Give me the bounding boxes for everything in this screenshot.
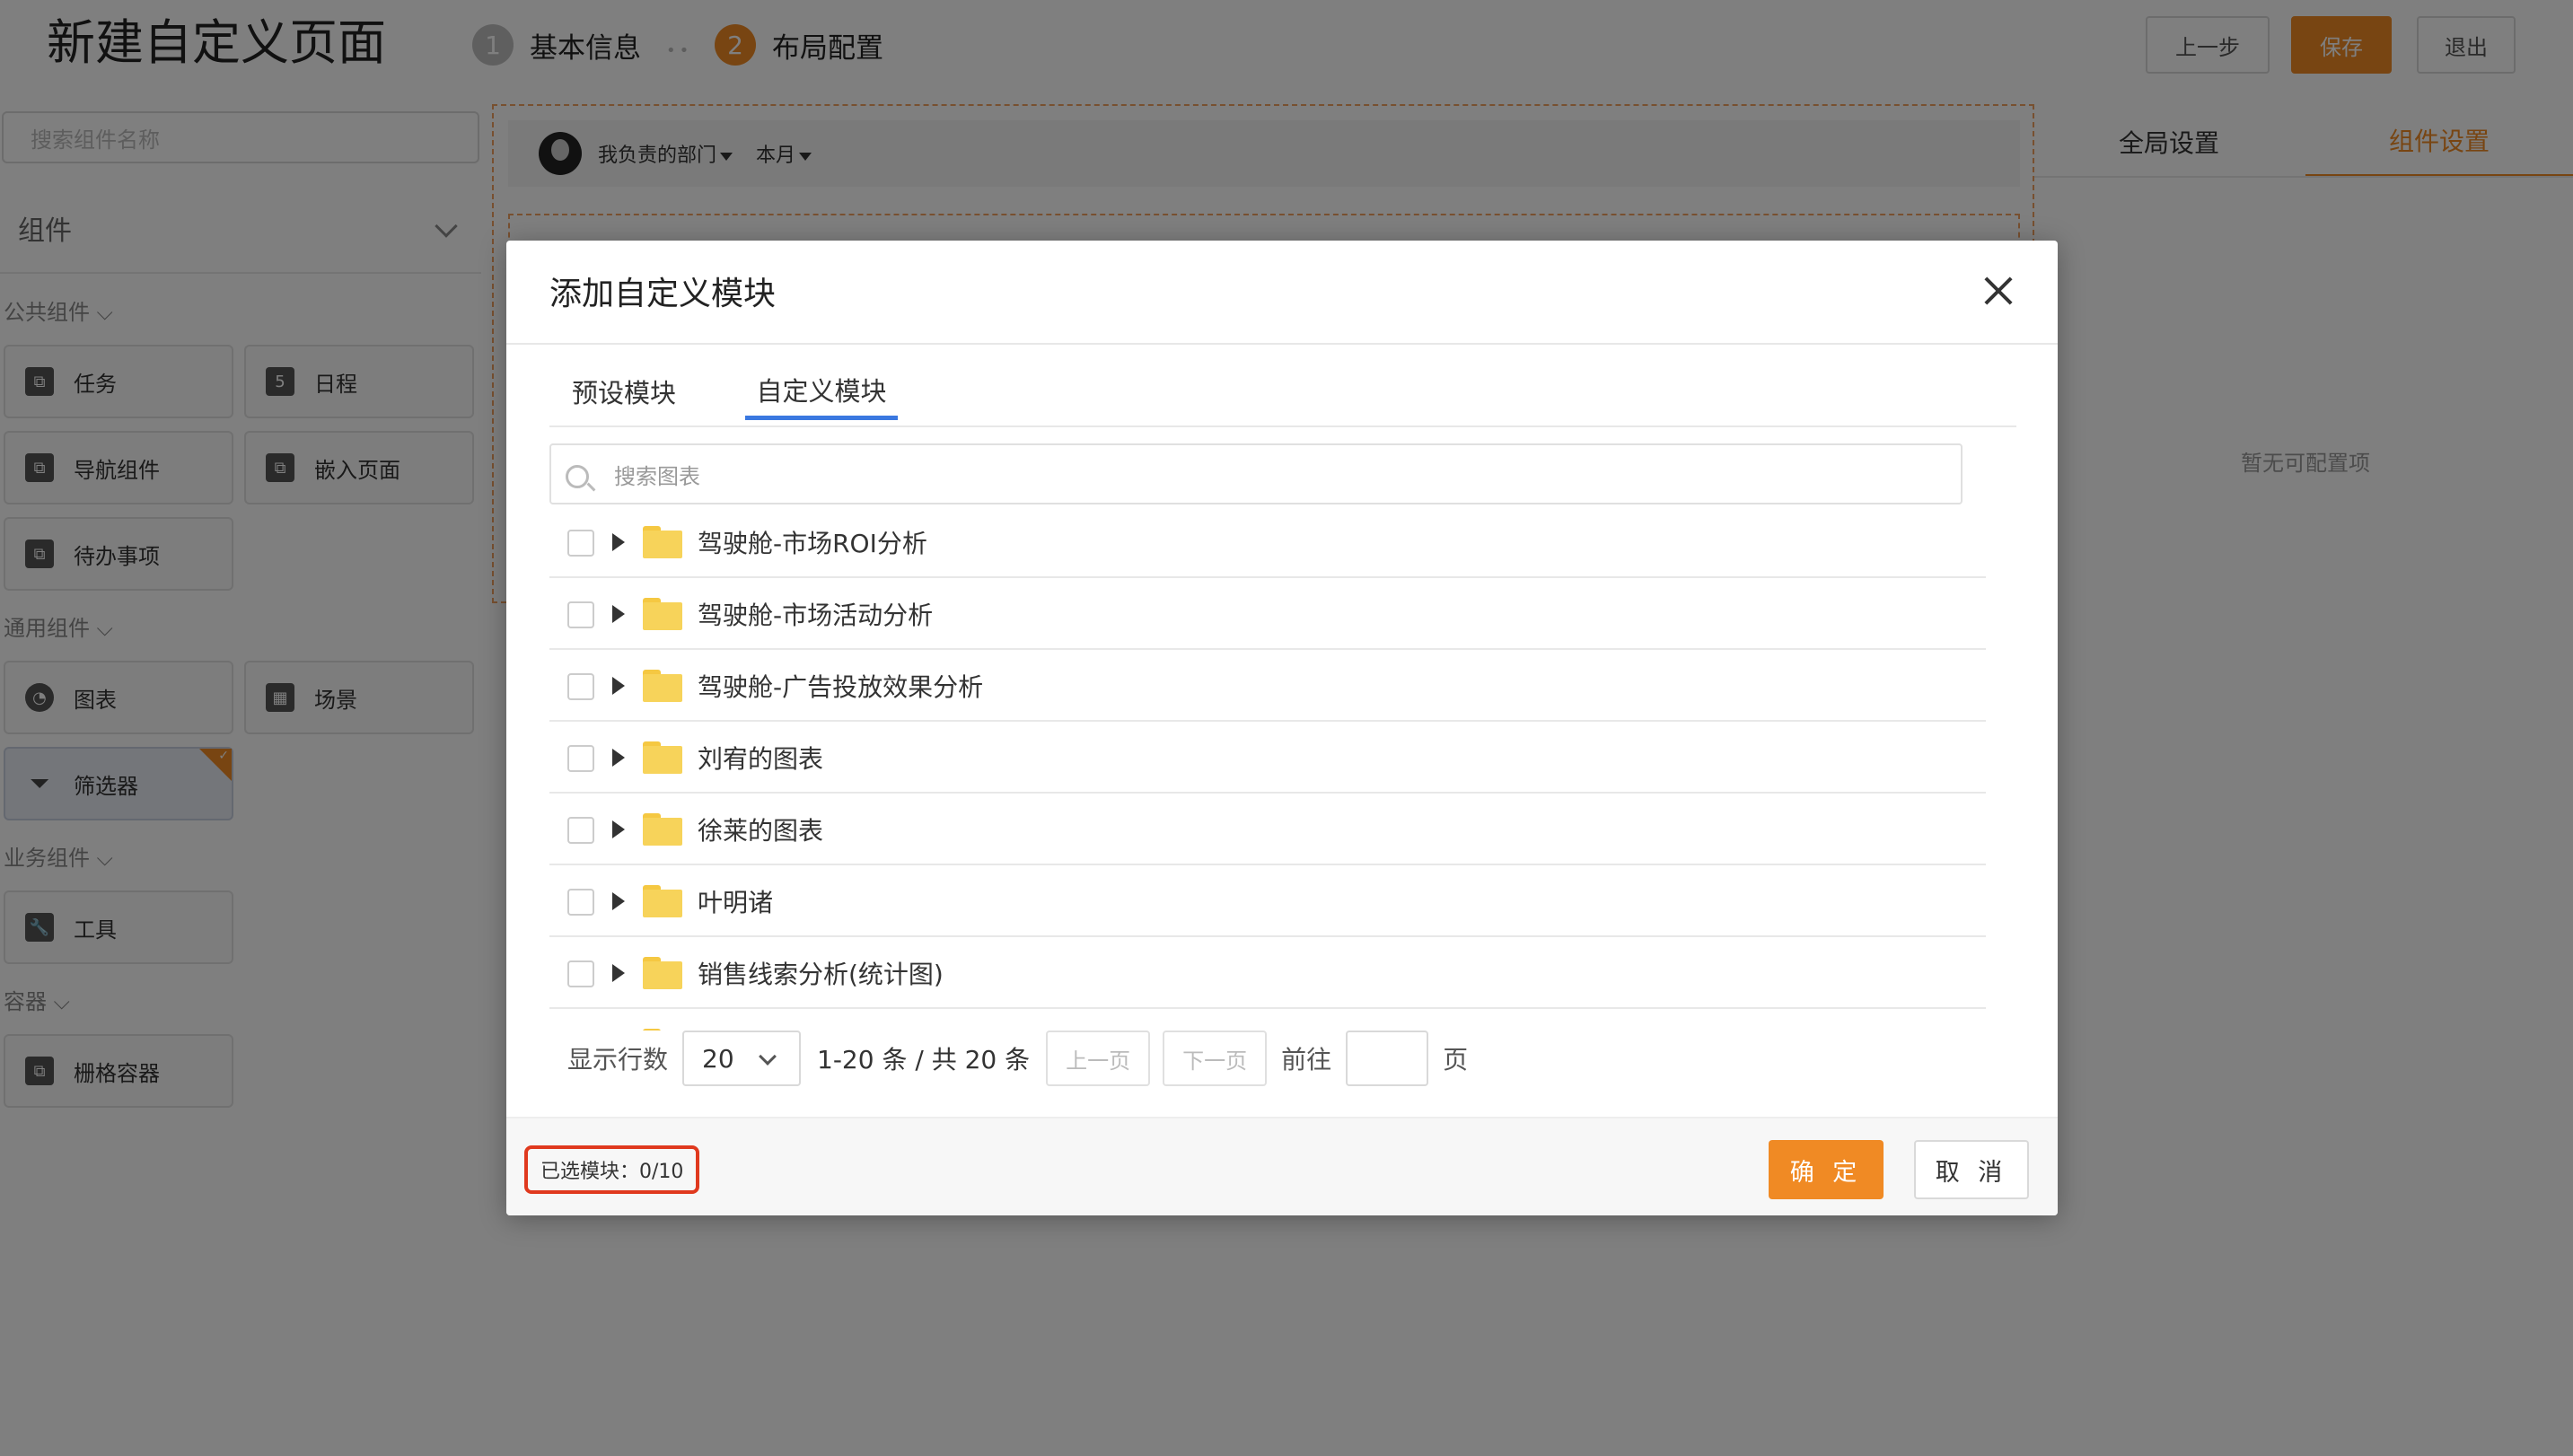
module-tree-list[interactable]: 驾驶舱-市场ROI分析 驾驶舱-市场活动分析 驾驶舱-广告投放效果分析 刘宥的图…	[549, 506, 1986, 1215]
row-checkbox[interactable]	[567, 817, 594, 844]
dialog-footer: 已选模块：0/10 确 定 取 消	[506, 1117, 2058, 1215]
folder-name: 销售线索分析(统计图)	[698, 960, 944, 989]
dialog-title: 添加自定义模块	[549, 276, 777, 312]
list-item[interactable]: 叶明诸	[549, 865, 1986, 937]
page-unit-label: 页	[1443, 1045, 1469, 1074]
confirm-button[interactable]: 确 定	[1769, 1140, 1884, 1199]
pagination: 显示行数 20 1-20 条 / 共 20 条 上一页 下一页 前往 页	[549, 1031, 2016, 1086]
row-checkbox[interactable]	[567, 745, 594, 772]
list-item[interactable]: 驾驶舱-市场活动分析	[549, 578, 1986, 650]
folder-icon	[643, 741, 682, 774]
expand-arrow-icon[interactable]	[612, 964, 625, 982]
chevron-down-icon	[759, 1048, 777, 1066]
close-icon[interactable]	[1980, 273, 2016, 309]
folder-icon	[643, 885, 682, 917]
rows-per-page-label: 显示行数	[567, 1045, 669, 1074]
row-checkbox[interactable]	[567, 601, 594, 628]
folder-name: 刘宥的图表	[698, 744, 824, 774]
folder-name: 叶明诸	[698, 888, 774, 917]
goto-label: 前往	[1281, 1045, 1332, 1074]
expand-arrow-icon[interactable]	[612, 820, 625, 838]
folder-name: 徐莱的图表	[698, 816, 824, 846]
folder-icon	[643, 813, 682, 846]
row-checkbox[interactable]	[567, 960, 594, 987]
tab-custom-modules[interactable]: 自定义模块	[745, 363, 898, 420]
dialog-divider	[506, 343, 2058, 345]
folder-name: 驾驶舱-市场活动分析	[698, 601, 934, 630]
folder-icon	[643, 957, 682, 989]
goto-page-input[interactable]	[1346, 1031, 1429, 1086]
next-page-button[interactable]: 下一页	[1163, 1031, 1268, 1086]
tab-baseline	[549, 425, 2016, 427]
list-item[interactable]: 徐莱的图表	[549, 794, 1986, 865]
expand-arrow-icon[interactable]	[612, 749, 625, 767]
folder-name: 驾驶舱-市场ROI分析	[698, 529, 927, 558]
row-checkbox[interactable]	[567, 889, 594, 916]
list-item[interactable]: 销售线索分析(统计图)	[549, 937, 1986, 1009]
page-range-text: 1-20 条 / 共 20 条	[817, 1045, 1031, 1074]
expand-arrow-icon[interactable]	[612, 605, 625, 623]
folder-icon	[643, 526, 682, 558]
search-icon	[566, 465, 589, 488]
expand-arrow-icon[interactable]	[612, 892, 625, 910]
add-module-dialog: 添加自定义模块 预设模块 自定义模块 搜索图表 驾驶舱-市场ROI分析 驾驶舱-…	[506, 241, 2058, 1215]
prev-page-button[interactable]: 上一页	[1046, 1031, 1151, 1086]
tab-preset-modules[interactable]: 预设模块	[549, 363, 698, 420]
selected-modules-count: 已选模块：0/10	[524, 1145, 700, 1194]
list-item[interactable]: 驾驶舱-广告投放效果分析	[549, 650, 1986, 722]
page-size-select[interactable]: 20	[682, 1031, 802, 1086]
expand-arrow-icon[interactable]	[612, 677, 625, 695]
row-checkbox[interactable]	[567, 530, 594, 557]
folder-icon	[643, 670, 682, 702]
chart-search-input[interactable]: 搜索图表	[549, 443, 1963, 504]
folder-name: 驾驶舱-广告投放效果分析	[698, 672, 984, 702]
expand-arrow-icon[interactable]	[612, 533, 625, 551]
cancel-button[interactable]: 取 消	[1914, 1140, 2029, 1199]
list-item[interactable]: 驾驶舱-市场ROI分析	[549, 506, 1986, 578]
folder-icon	[643, 598, 682, 630]
row-checkbox[interactable]	[567, 673, 594, 700]
list-item[interactable]: 刘宥的图表	[549, 722, 1986, 794]
